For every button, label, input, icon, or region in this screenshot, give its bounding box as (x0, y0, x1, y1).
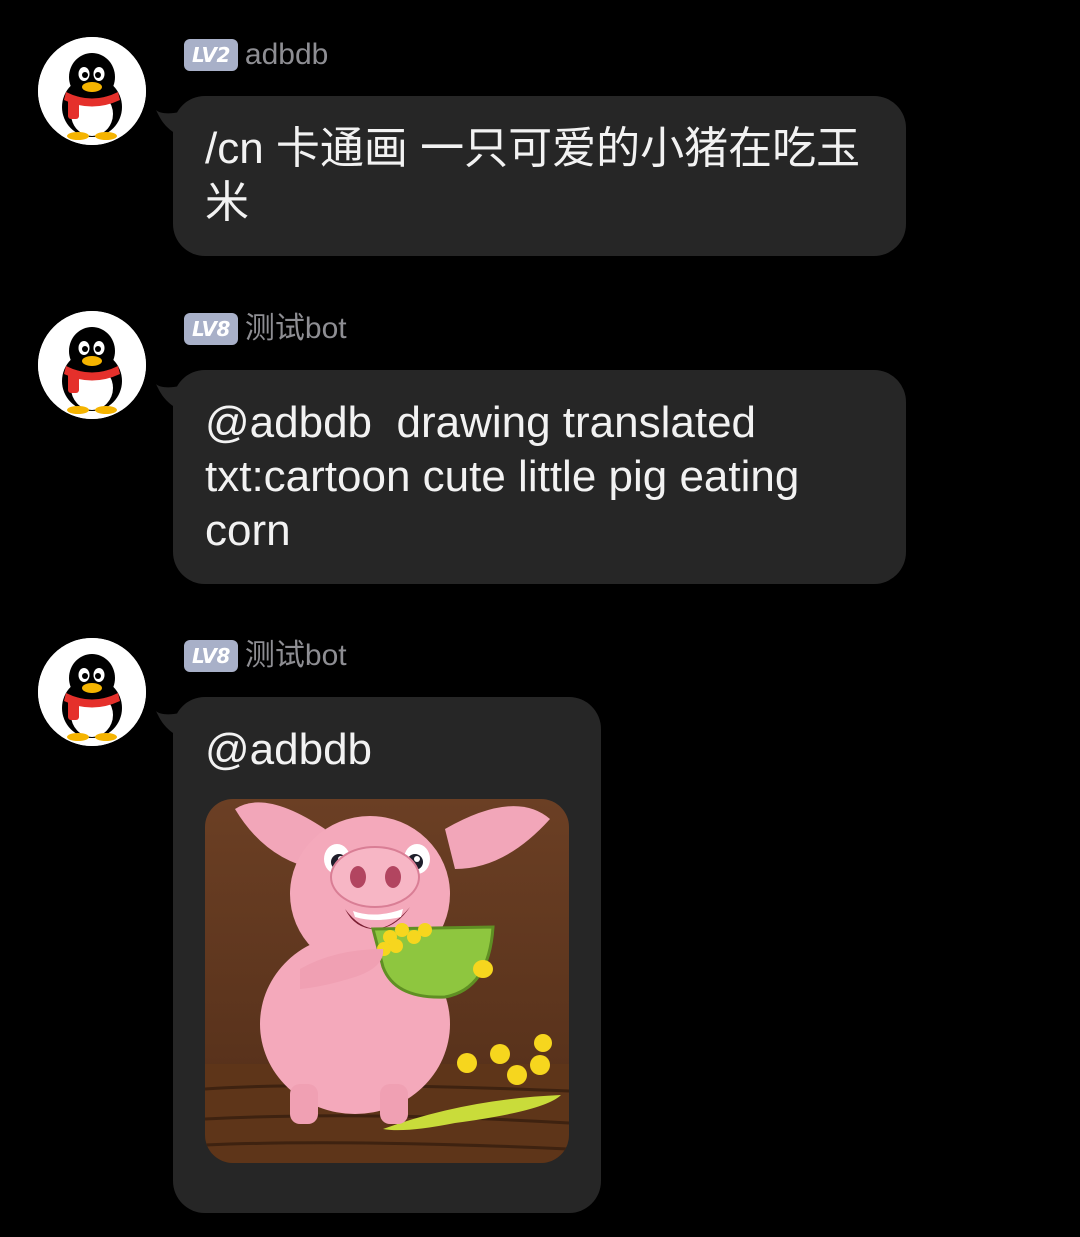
sender-name[interactable]: 测试bot (245, 638, 347, 674)
sender-name[interactable]: 测试bot (245, 311, 347, 347)
cartoon-pig-eating-corn-image[interactable] (205, 799, 569, 1163)
level-badge: LV2 (184, 39, 238, 71)
message-text: /cn 卡通画 一只可爱的小猪在吃玉米 (205, 124, 861, 227)
sender-name[interactable]: adbdb (245, 37, 328, 73)
message-text: @adbdb drawing translated txt:cartoon cu… (205, 398, 812, 555)
level-badge: LV8 (184, 640, 238, 672)
qq-penguin-avatar-icon[interactable] (38, 37, 146, 145)
qq-penguin-avatar-icon[interactable] (38, 638, 146, 746)
bubble-tail-icon (156, 384, 180, 410)
message-bubble[interactable]: @adbdb (156, 697, 601, 1213)
level-badge: LV8 (184, 313, 238, 345)
bubble-tail-icon (156, 711, 180, 737)
qq-penguin-avatar-icon[interactable] (38, 311, 146, 419)
message-bubble[interactable]: /cn 卡通画 一只可爱的小猪在吃玉米 (156, 96, 906, 256)
bubble-tail-icon (156, 110, 180, 136)
message-header: LV8 测试bot (184, 311, 347, 347)
message-bubble[interactable]: @adbdb drawing translated txt:cartoon cu… (156, 370, 906, 584)
message-text: @adbdb (205, 725, 373, 774)
message-header: LV2 adbdb (184, 37, 328, 73)
message-header: LV8 测试bot (184, 638, 347, 674)
